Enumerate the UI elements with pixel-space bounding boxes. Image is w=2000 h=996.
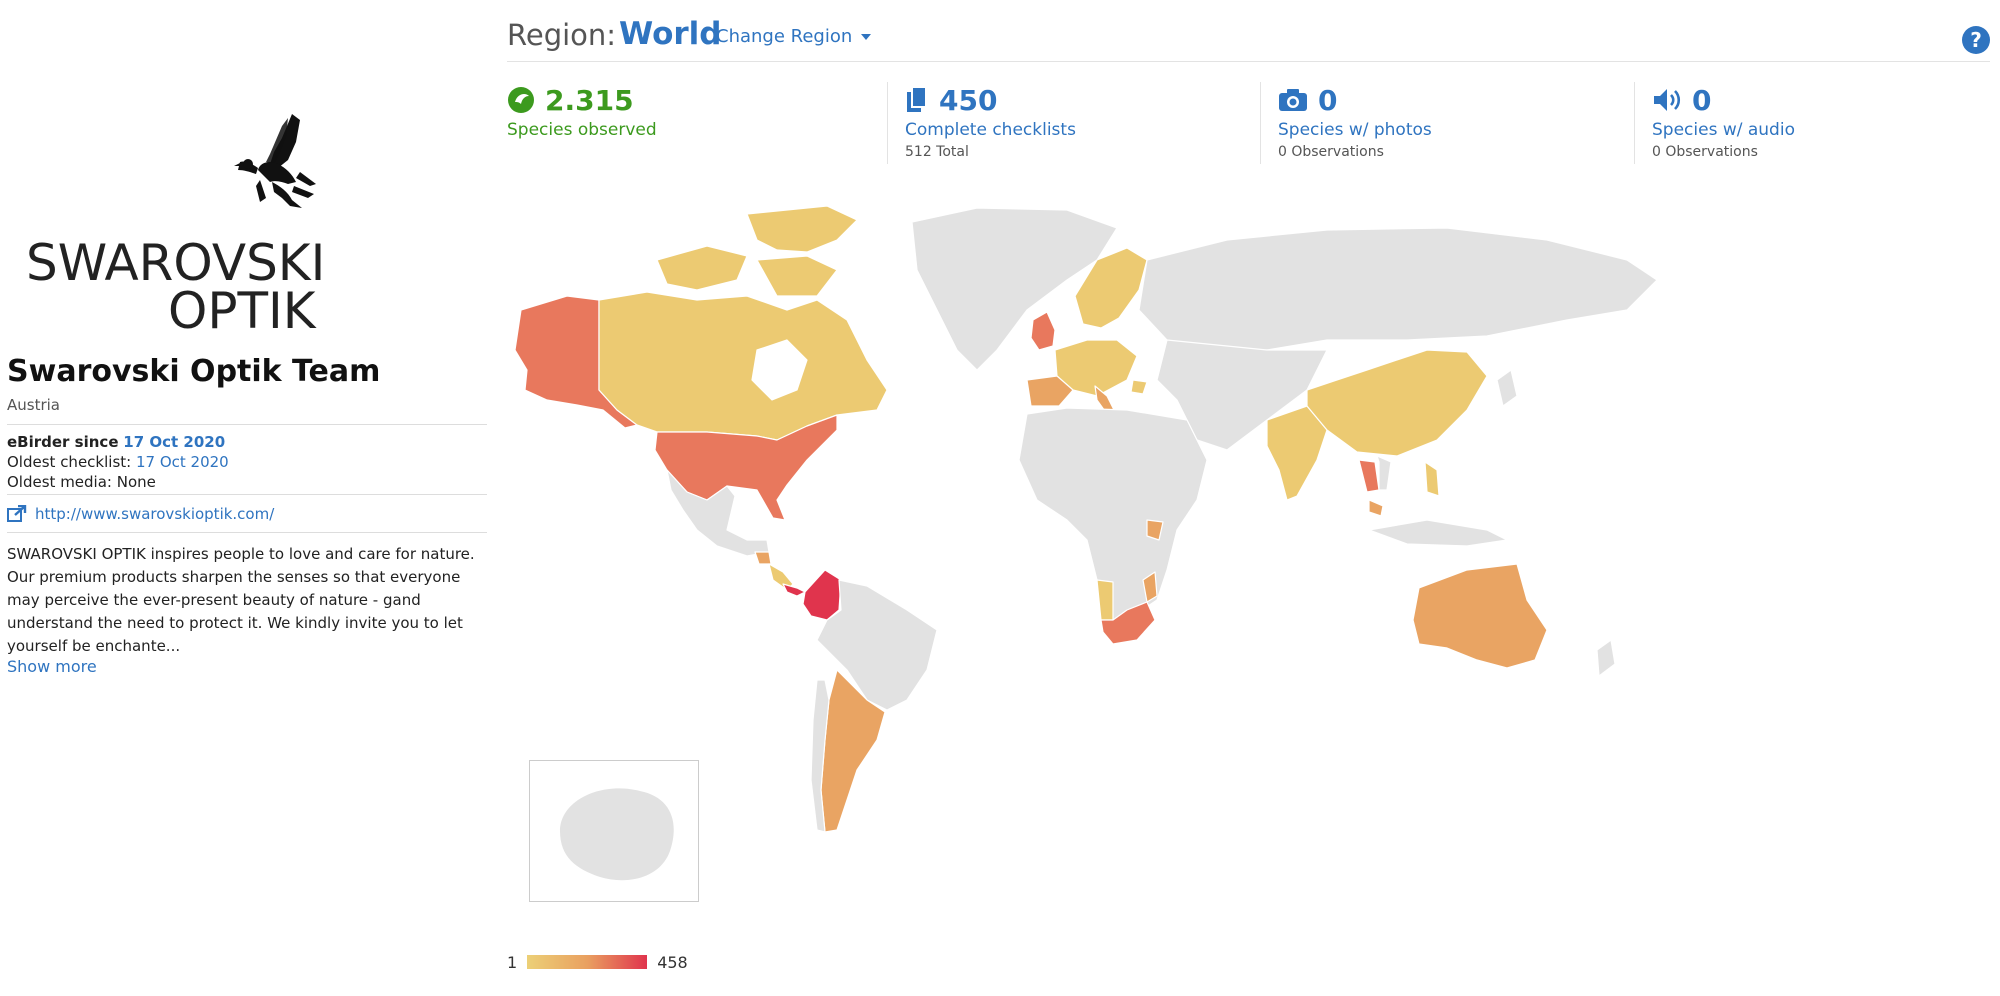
profile-name: Swarovski Optik Team <box>7 354 381 389</box>
country-philippines[interactable] <box>1424 461 1440 497</box>
country-namibia[interactable] <box>1096 579 1114 621</box>
country-canada-islands-3[interactable] <box>756 255 838 297</box>
world-map-svg[interactable] <box>507 200 2000 940</box>
legend-gradient <box>527 955 648 969</box>
oldest-media-row: Oldest media: None <box>7 472 229 492</box>
oldest-media-value: None <box>116 473 156 491</box>
stat-divider <box>1634 82 1635 164</box>
profile-meta: eBirder since 17 Oct 2020 Oldest checkli… <box>7 432 229 492</box>
camera-icon <box>1279 89 1307 111</box>
legend-max: 458 <box>657 952 688 972</box>
country-thailand[interactable] <box>1358 459 1380 493</box>
stat-species-observed[interactable]: 2.315 Species observed <box>507 82 867 164</box>
checklist-icon <box>907 86 927 112</box>
stat-label: Species observed <box>507 120 657 140</box>
oldest-checklist-label: Oldest checklist: <box>7 453 132 471</box>
species-icon <box>508 87 534 113</box>
stat-complete-checklists[interactable]: 450 Complete checklists 512 Total <box>887 82 1265 164</box>
oldest-media-label: Oldest media: <box>7 473 112 491</box>
antarctica-map <box>560 788 674 881</box>
country-indonesia[interactable] <box>1368 519 1508 547</box>
country-australia[interactable] <box>1412 563 1548 669</box>
country-japan[interactable] <box>1496 369 1518 407</box>
show-more-link[interactable]: Show more <box>7 657 97 676</box>
falcon-logo-icon <box>234 114 316 208</box>
website-link[interactable]: http://www.swarovskioptik.com/ <box>35 505 274 523</box>
country-vietnam[interactable] <box>1376 455 1392 491</box>
country-malaysia[interactable] <box>1368 499 1384 517</box>
caret-down-icon <box>861 33 872 40</box>
country-costa-rica[interactable] <box>782 583 806 597</box>
stat-divider <box>1260 82 1261 164</box>
stat-value: 2.315 <box>545 83 634 117</box>
logo-wordmark-line2: OPTIK <box>168 282 316 340</box>
help-icon[interactable]: ? <box>1962 26 1990 54</box>
stat-sublabel: 512 Total <box>905 144 969 160</box>
country-canada-islands[interactable] <box>746 205 858 253</box>
country-new-zealand[interactable] <box>1596 639 1616 677</box>
audio-icon <box>1654 89 1681 111</box>
stats-row: 2.315 Species observed 450 Complete chec… <box>507 82 2000 164</box>
ebirder-since-row: eBirder since 17 Oct 2020 <box>7 432 229 452</box>
ebirder-since-date-link[interactable]: 17 Oct 2020 <box>123 433 225 451</box>
country-colombia[interactable] <box>802 569 842 621</box>
oldest-checklist-link[interactable]: 17 Oct 2020 <box>136 453 229 471</box>
profile-bio: SWAROVSKI OPTIK inspires people to love … <box>7 545 475 655</box>
stat-divider <box>887 82 888 164</box>
region-label: Region: <box>507 18 617 52</box>
ebirder-since-label: eBirder since <box>7 433 119 451</box>
stat-sublabel: 0 Observations <box>1278 144 1384 160</box>
country-canada-islands-2[interactable] <box>656 245 748 291</box>
stat-value: 450 <box>939 83 998 117</box>
region-value: World <box>619 16 722 52</box>
world-map[interactable] <box>507 200 2000 940</box>
stat-label: Complete checklists <box>905 120 1076 140</box>
country-canada[interactable] <box>598 291 888 441</box>
brand-logo: SWAROVSKI OPTIK <box>20 112 325 340</box>
external-link-icon <box>7 505 27 522</box>
profile-panel: SWAROVSKI OPTIK Swarovski Optik Team Aus… <box>0 0 490 996</box>
stat-label: Species w/ photos <box>1278 120 1432 140</box>
region-bar: Region: World Change Region ? <box>507 12 1990 62</box>
country-uk[interactable] <box>1030 311 1056 351</box>
divider <box>7 424 487 425</box>
main-panel: Region: World Change Region ? 2.315 Spec… <box>507 0 2000 996</box>
country-greece[interactable] <box>1130 379 1148 395</box>
stat-sublabel: 0 Observations <box>1652 144 1758 160</box>
legend-min: 1 <box>507 952 518 972</box>
stat-species-audio[interactable]: 0 Species w/ audio 0 Observations <box>1634 82 2000 164</box>
change-region-label: Change Region <box>716 26 853 47</box>
divider <box>7 494 487 495</box>
country-guatemala[interactable] <box>754 551 772 565</box>
stat-species-photos[interactable]: 0 Species w/ photos 0 Observations <box>1260 82 1638 164</box>
change-region-dropdown[interactable]: Change Region <box>716 26 872 47</box>
website-row: http://www.swarovskioptik.com/ <box>7 505 274 523</box>
profile-country: Austria <box>7 396 60 414</box>
country-china[interactable] <box>1306 349 1488 457</box>
country-russia[interactable] <box>1138 227 1658 351</box>
stat-label: Species w/ audio <box>1652 120 1795 140</box>
antarctica-inset[interactable] <box>529 760 699 902</box>
stat-value: 0 <box>1318 83 1338 117</box>
oldest-checklist-row: Oldest checklist: 17 Oct 2020 <box>7 452 229 472</box>
stat-value: 0 <box>1692 83 1712 117</box>
divider <box>7 532 487 533</box>
map-legend: 1 458 <box>507 950 807 974</box>
